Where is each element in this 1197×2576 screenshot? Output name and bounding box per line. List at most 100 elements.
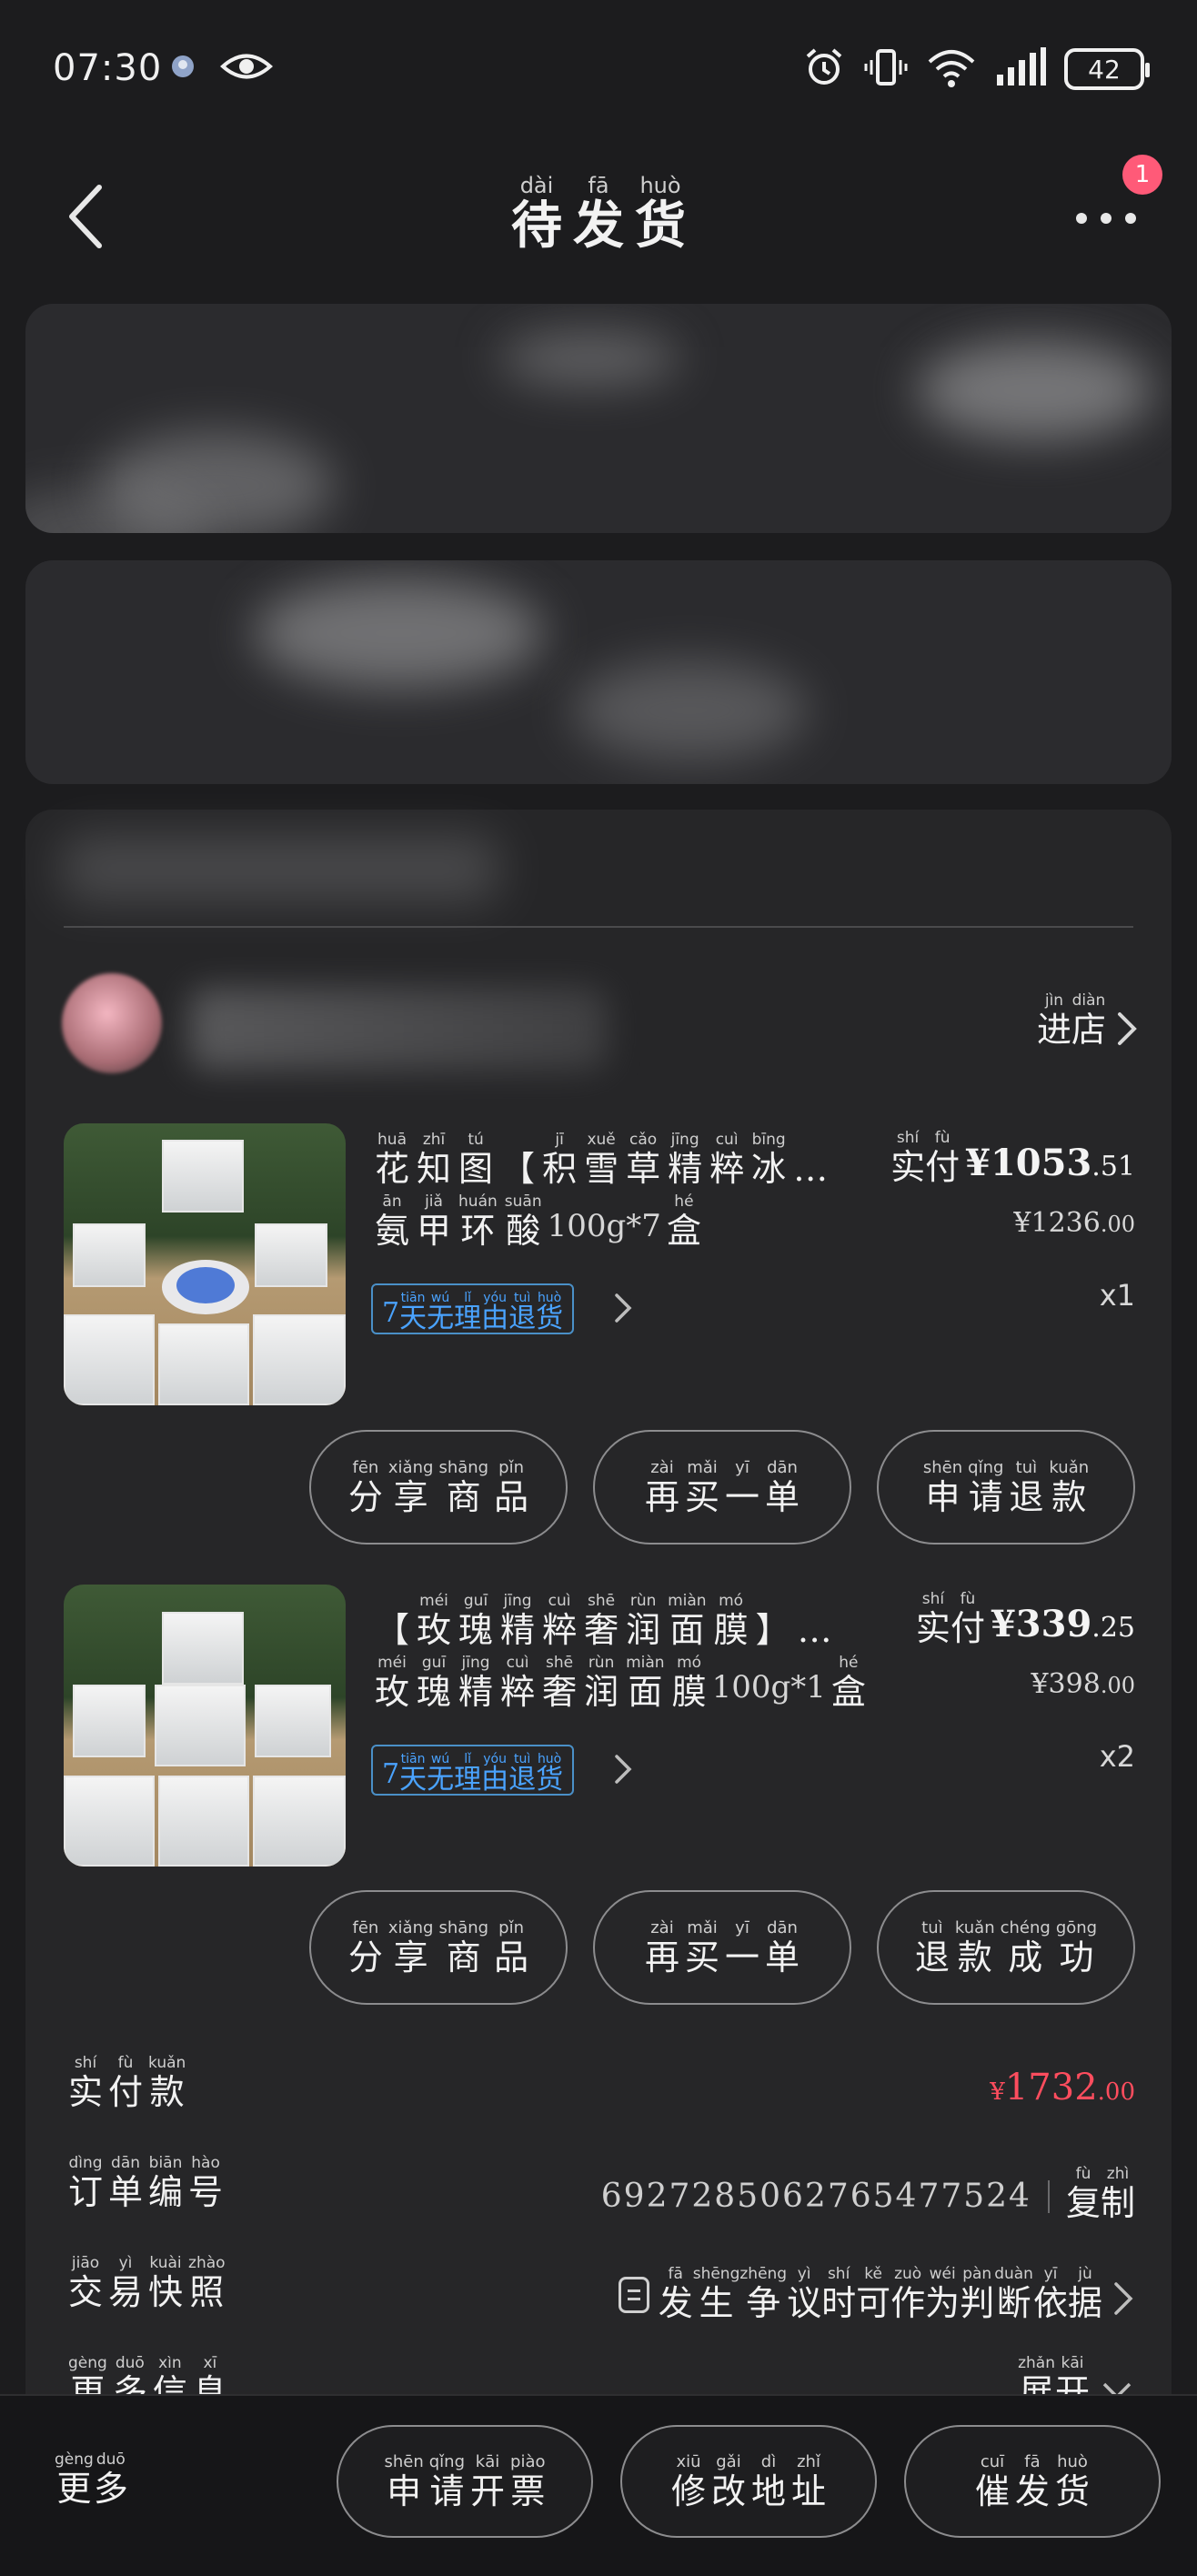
- ruby-char: shē 奢: [542, 1654, 578, 1712]
- ruby-char: jīng 精: [500, 1592, 536, 1650]
- ruby-char: dì 地: [751, 2452, 787, 2511]
- ruby-char: jī 积: [542, 1131, 578, 1189]
- request-refund-button[interactable]: shēn 申 qǐng 请 tuì 退 kuǎn 款: [877, 1430, 1135, 1545]
- product-item[interactable]: 【méi 玫 guī 瑰 jīng 精 cuì 粹 shē 奢 rùn 润 miàn 面 mó 膜 】 … m…: [25, 1585, 1172, 1876]
- original-price: ¥398.00: [1031, 1668, 1135, 1700]
- signal-icon: [995, 47, 1046, 91]
- chevron-right-icon[interactable]: [608, 1754, 639, 1785]
- snapshot-label: jiāo 交 yì 易 kuài 快 zhào 照: [65, 2254, 228, 2312]
- product-image[interactable]: [64, 1585, 346, 1867]
- modify-address-button[interactable]: xiū 修 gǎi 改 dì 地 zhǐ 址: [620, 2425, 877, 2538]
- ruby-char: 【: [500, 1149, 536, 1189]
- wifi-icon: [926, 45, 977, 93]
- ruby-char: shāng 商: [438, 1918, 489, 1977]
- chevron-right-icon[interactable]: [608, 1293, 639, 1323]
- more-options-button[interactable]: [1070, 200, 1142, 236]
- ellipsis-icon: [1076, 213, 1136, 224]
- ruby-char: fù 付: [925, 1129, 961, 1187]
- ruby-char: fā 发: [658, 2265, 693, 2323]
- product-title: huā 花 zhī 知 tú 图 【jī 积 xuě 雪 cǎo 草 jīng 精 cuì 粹 bīng 冰 …: [371, 1131, 831, 1189]
- order-number: 6927285062765477524: [600, 2178, 1031, 2215]
- ruby-char: yì 议: [787, 2265, 822, 2323]
- product-title: 【méi 玫 guī 瑰 jīng 精 cuì 粹 shē 奢 rùn 润 miàn 面 mó 膜 】 …: [371, 1592, 836, 1650]
- ruby-char: cǎo 草: [626, 1131, 661, 1189]
- ruby-char: dān 单: [765, 1918, 800, 1977]
- ruby-char: miàn 面: [626, 1654, 665, 1712]
- ruby-char: …: [797, 1610, 832, 1650]
- enter-store-link[interactable]: jìn 进 diàn 店: [1037, 993, 1139, 1047]
- ruby-char: duàn 断: [994, 2265, 1033, 2323]
- ruby-char: hé 盒: [666, 1192, 701, 1251]
- ruby-char: tiān 天: [399, 1752, 428, 1796]
- ruby-char: zhì 制: [1100, 2165, 1135, 2223]
- eye-icon: [219, 51, 274, 86]
- ruby-char: lǐ 理: [454, 1752, 482, 1796]
- buy-again-button[interactable]: zài 再 mǎi 买 yī 一 dān 单: [593, 1890, 851, 2005]
- product-image[interactable]: [64, 1123, 346, 1405]
- shop-avatar: [62, 973, 162, 1073]
- snapshot-row[interactable]: jiāo 交 yì 易 kuài 快 zhào 照 fā 发 shēng 生 zhēng 争 yì 议 shí…: [25, 2256, 1172, 2347]
- paid-price: shí 实 fù 付 ¥1053.51: [890, 1129, 1135, 1187]
- battery-icon: 42: [1064, 48, 1150, 90]
- ruby-char: fā 发: [573, 173, 624, 256]
- ruby-char: huò 货: [536, 1752, 564, 1796]
- ruby-char: tuì 退: [1009, 1458, 1044, 1517]
- ruby-char: wú 无: [427, 1752, 455, 1796]
- bottom-action-bar: gèng 更 duō 多 shēn 申 qǐng 请 kāi 开 piào 票 xiū 修 gǎi 改 dì…: [0, 2394, 1197, 2576]
- product-item[interactable]: huā 花 zhī 知 tú 图 【jī 积 xuě 雪 cǎo 草 jīng 精 cuì 粹 bīng 冰 ……: [25, 1123, 1172, 1414]
- ruby-char: gèng 更: [55, 2450, 94, 2509]
- ruby-char: duō 多: [93, 2450, 128, 2509]
- ruby-char: huò 货: [536, 1291, 564, 1334]
- ruby-char: huā 花: [375, 1131, 410, 1189]
- total-paid-label: shí 实 fù 付 kuǎn 款: [65, 2054, 188, 2112]
- ruby-char: 】: [755, 1610, 790, 1650]
- ruby-char: fù 付: [108, 2054, 144, 2112]
- ruby-char: zhào 照: [188, 2254, 226, 2312]
- order-card: jìn 进 diàn 店 huā 花 zhī 知 tú 图 【jī 积 xuě 雪 cǎo 草 jīng 精 c…: [25, 810, 1172, 2538]
- ruby-char: ān 氨: [375, 1192, 410, 1251]
- ruby-char: miàn 面: [668, 1592, 707, 1650]
- buy-again-button[interactable]: zài 再 mǎi 买 yī 一 dān 单: [593, 1430, 851, 1545]
- ruby-char: tuì 退: [508, 1752, 537, 1796]
- shop-row[interactable]: jìn 进 diàn 店: [25, 946, 1172, 1082]
- ruby-char: 【: [375, 1610, 410, 1650]
- ruby-char: kuài 快: [148, 2254, 184, 2312]
- divider: [64, 926, 1133, 928]
- order-status-blurred: [62, 837, 498, 901]
- ruby-char: jiǎ 甲: [417, 1192, 452, 1251]
- ruby-char: kuǎn 款: [954, 1918, 995, 1977]
- ruby-char: yì 易: [108, 2254, 144, 2312]
- return-policy-badge[interactable]: 7 tiān 天 wú 无 lǐ 理 yóu 由 tuì 退 huò 货: [371, 1283, 575, 1334]
- product-spec: ān 氨 jiǎ 甲 huán 环 suān 酸 100g*7 hé 盒: [375, 1192, 701, 1251]
- order-number-row: dìng 订 dān 单 biān 编 hào 号 6927285062765477524 f…: [25, 2156, 1172, 2247]
- document-icon: [618, 2277, 649, 2313]
- ruby-char: zài 再: [644, 1458, 679, 1517]
- request-invoice-button[interactable]: shēn 申 qǐng 请 kāi 开 piào 票: [337, 2425, 593, 2538]
- ruby-char: kuǎn 款: [1049, 1458, 1090, 1517]
- ruby-char: lǐ 理: [454, 1291, 482, 1334]
- urge-shipment-button[interactable]: cuī 催 fā 发 huò 货: [904, 2425, 1161, 2538]
- ruby-char: wéi 为: [925, 2265, 961, 2323]
- refund-success-button[interactable]: tuì 退 kuǎn 款 chéng 成 gōng 功: [877, 1890, 1135, 2005]
- ruby-char: yī 一: [725, 1918, 760, 1977]
- ruby-char: dān 单: [765, 1458, 800, 1517]
- ruby-char: shí 实: [68, 2054, 104, 2112]
- ruby-char: gōng 功: [1055, 1918, 1098, 1977]
- enter-store-label: jìn 进 diàn 店: [1037, 993, 1106, 1048]
- ruby-char: …: [793, 1149, 829, 1189]
- more-button[interactable]: gèng 更 duō 多: [55, 2450, 128, 2509]
- total-paid-row: shí 实 fù 付 kuǎn 款 ¥1732.00: [25, 2056, 1172, 2147]
- ruby-char: cuì 粹: [542, 1592, 578, 1650]
- share-product-button[interactable]: fēn 分 xiǎng 享 shāng 商 pǐn 品: [309, 1890, 568, 2005]
- share-product-button[interactable]: fēn 分 xiǎng 享 shāng 商 pǐn 品: [309, 1430, 568, 1545]
- ruby-char: kuǎn 款: [148, 2054, 186, 2112]
- ruby-char: fā 发: [1014, 2452, 1050, 2511]
- ruby-char: jiāo 交: [68, 2254, 104, 2312]
- order-number-label: dìng 订 dān 单 biān 编 hào 号: [65, 2156, 226, 2210]
- return-policy-badge[interactable]: 7 tiān 天 wú 无 lǐ 理 yóu 由 tuì 退 huò 货: [371, 1745, 575, 1796]
- chevron-right-icon: [1114, 2282, 1133, 2315]
- ruby-char: huò 货: [635, 173, 686, 256]
- ruby-char: tuì 退: [914, 1918, 950, 1977]
- ruby-char: huán 环: [458, 1192, 498, 1251]
- copy-button[interactable]: fù 复 zhì 制: [1066, 2165, 1135, 2223]
